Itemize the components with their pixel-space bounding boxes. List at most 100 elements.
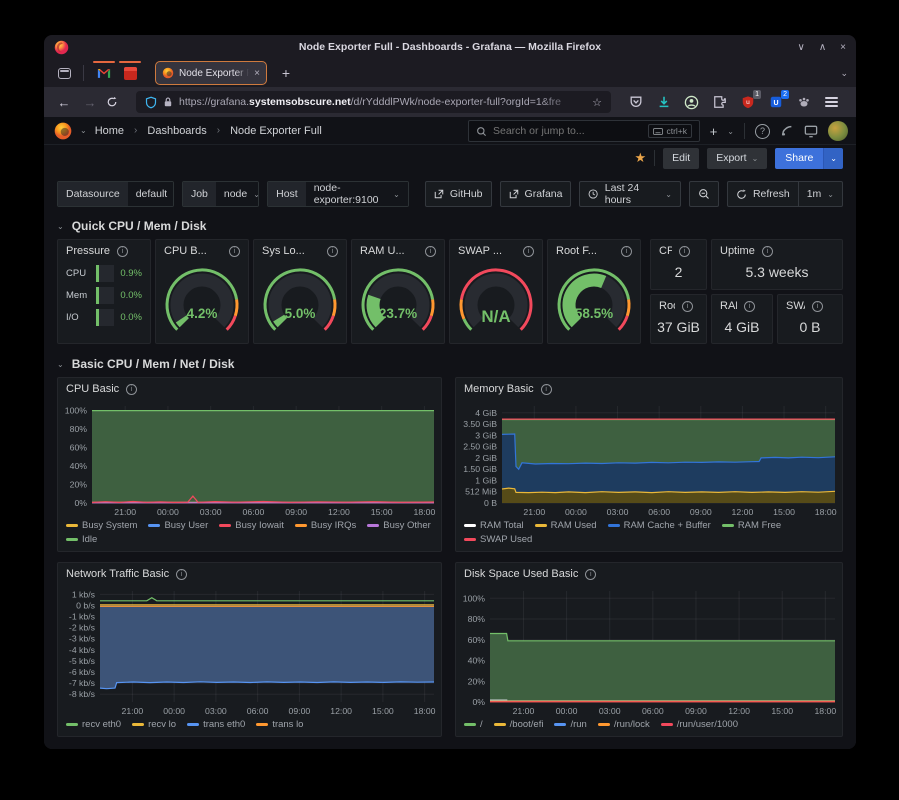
new-tab-button[interactable]: + <box>275 65 297 81</box>
info-icon[interactable]: i <box>621 246 632 257</box>
legend-item[interactable]: RAM Cache + Buffer <box>608 520 711 531</box>
edit-button[interactable]: Edit <box>663 148 699 169</box>
datasource-select[interactable]: Datasource default⌄ <box>57 181 174 207</box>
grafana-logo[interactable] <box>54 122 72 140</box>
window-maximize-button[interactable]: ∧ <box>819 42 826 53</box>
account-button[interactable] <box>683 94 700 111</box>
pinned-tab-attention-bar <box>119 61 141 63</box>
info-icon[interactable]: i <box>541 384 552 395</box>
tab-overflow-button[interactable]: ⌄ <box>840 68 848 79</box>
charts-grid: CPU Basici 0%20%40%60%80%100%21:0000:000… <box>57 377 843 737</box>
legend-item[interactable]: Busy Iowait <box>219 520 284 531</box>
info-icon[interactable]: i <box>585 569 596 580</box>
job-select[interactable]: Job node⌄ <box>182 181 259 207</box>
legend-item[interactable]: Busy System <box>66 520 137 531</box>
chevron-down-icon[interactable]: ⌄ <box>80 126 87 135</box>
legend-item[interactable]: trans lo <box>256 719 303 730</box>
zoom-out-button[interactable] <box>689 181 719 207</box>
export-button[interactable]: Export⌄ <box>707 148 767 169</box>
legend-item[interactable]: trans eth0 <box>187 719 245 730</box>
legend-item[interactable]: / <box>464 719 483 730</box>
menu-button[interactable] <box>823 94 840 111</box>
extensions-button[interactable] <box>711 94 728 111</box>
help-button[interactable]: ? <box>755 124 770 139</box>
legend-item[interactable]: Busy User <box>148 520 208 531</box>
legend-item[interactable]: RAM Used <box>535 520 597 531</box>
section-header-basic[interactable]: ⌄ Basic CPU / Mem / Net / Disk <box>57 351 843 377</box>
gauge: N/A <box>450 262 542 338</box>
reload-button[interactable] <box>106 96 126 108</box>
search-box[interactable]: ctrl+k <box>468 120 700 142</box>
breadcrumb-home[interactable]: Home <box>95 125 124 137</box>
svg-text:1 GiB: 1 GiB <box>475 475 497 485</box>
legend-item[interactable]: RAM Free <box>722 520 781 531</box>
legend-item[interactable]: recv eth0 <box>66 719 121 730</box>
bookmark-star-icon[interactable]: ☆ <box>592 96 602 109</box>
titlebar: Node Exporter Full - Dashboards - Grafan… <box>44 35 856 59</box>
legend-item[interactable]: Busy IRQs <box>295 520 356 531</box>
breadcrumb-dashboards[interactable]: Dashboards <box>147 125 206 137</box>
legend-item[interactable]: RAM Total <box>464 520 524 531</box>
info-icon[interactable]: i <box>523 246 534 257</box>
info-icon[interactable]: i <box>327 246 338 257</box>
url-bar[interactable]: https://grafana.systemsobscure.net/d/rYd… <box>136 91 611 113</box>
window-close-button[interactable]: × <box>840 42 846 53</box>
cpu-basic-chart: 0%20%40%60%80%100%21:0000:0003:0006:0009… <box>58 400 441 518</box>
info-icon[interactable]: i <box>812 301 823 312</box>
svg-text:00:00: 00:00 <box>157 507 179 517</box>
section-header-quick[interactable]: ⌄ Quick CPU / Mem / Disk <box>57 213 843 239</box>
monitor-icon[interactable] <box>804 125 818 138</box>
forward-button[interactable]: → <box>80 95 100 110</box>
misc-extension-button[interactable] <box>795 94 812 111</box>
github-link-button[interactable]: GitHub <box>425 181 492 207</box>
info-icon[interactable]: i <box>762 246 773 257</box>
pocket-button[interactable] <box>627 94 644 111</box>
legend-item[interactable]: recv lo <box>132 719 176 730</box>
svg-text:09:00: 09:00 <box>289 706 311 716</box>
host-select[interactable]: Host node-exporter:9100⌄ <box>267 181 409 207</box>
chevron-down-icon: ⌄ <box>393 190 400 199</box>
svg-text:03:00: 03:00 <box>205 706 227 716</box>
info-icon[interactable]: i <box>126 384 137 395</box>
legend-item[interactable]: Idle <box>66 534 97 545</box>
svg-text:00:00: 00:00 <box>163 706 185 716</box>
pressure-row-io: I/O0.0% <box>66 309 142 326</box>
info-icon[interactable]: i <box>744 301 755 312</box>
legend-item[interactable]: /boot/efi <box>494 719 544 730</box>
share-menu-button[interactable]: ⌄ <box>823 148 843 169</box>
legend-item[interactable]: SWAP Used <box>464 534 532 545</box>
back-button[interactable]: ← <box>54 95 74 110</box>
search-input[interactable] <box>493 125 642 137</box>
active-tab[interactable]: Node Exporter Full - Dashbo × <box>155 61 267 85</box>
tracking-shield-icon[interactable] <box>145 96 157 109</box>
refresh-interval-select[interactable]: 1m ⌄ <box>798 182 842 206</box>
add-button[interactable]: + <box>710 124 718 139</box>
favorite-star-button[interactable]: ★ <box>634 150 646 166</box>
external-link-icon <box>509 189 519 199</box>
legend-item[interactable]: /run/user/1000 <box>661 719 738 730</box>
ublock-extension-button[interactable]: u 1 <box>739 94 756 111</box>
share-button[interactable]: Share ⌄ <box>775 148 843 169</box>
info-icon[interactable]: i <box>117 246 128 257</box>
bitwarden-extension-button[interactable]: U 2 <box>767 94 784 111</box>
chevron-down-icon[interactable]: ⌄ <box>727 127 734 136</box>
info-icon[interactable]: i <box>229 246 240 257</box>
info-icon[interactable]: i <box>425 246 436 257</box>
window-minimize-button[interactable]: ∨ <box>798 42 805 53</box>
legend-item[interactable]: /run <box>554 719 586 730</box>
info-icon[interactable]: i <box>176 569 187 580</box>
news-rss-icon[interactable] <box>780 124 794 138</box>
firefox-view-button[interactable] <box>52 62 76 84</box>
legend-item[interactable]: Busy Other <box>367 520 431 531</box>
time-range-picker[interactable]: Last 24 hours ⌄ <box>579 181 680 207</box>
refresh-button[interactable]: Refresh <box>728 182 798 206</box>
downloads-button[interactable] <box>655 94 672 111</box>
tab-close-button[interactable]: × <box>254 68 260 79</box>
info-icon[interactable]: i <box>682 301 693 312</box>
pinned-tab-gmail[interactable] <box>91 61 117 85</box>
user-avatar[interactable] <box>828 121 848 141</box>
pinned-tab-app[interactable] <box>117 61 143 85</box>
grafana-link-button[interactable]: Grafana <box>500 181 572 207</box>
legend-item[interactable]: /run/lock <box>598 719 650 730</box>
info-icon[interactable]: i <box>679 246 690 257</box>
